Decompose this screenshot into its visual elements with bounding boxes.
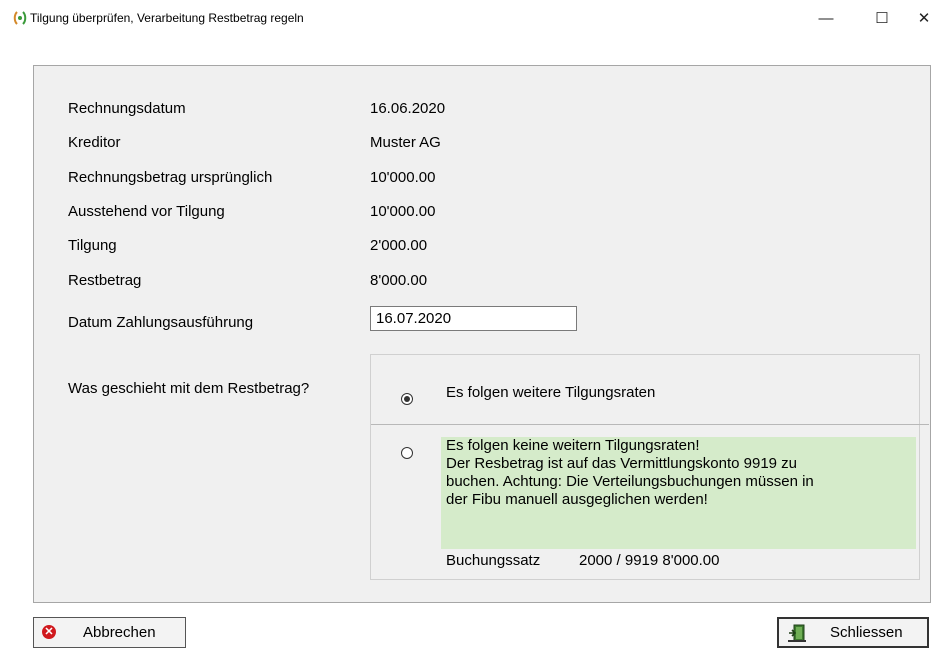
maximize-button[interactable]: ☐ bbox=[869, 6, 895, 30]
maximize-icon: ☐ bbox=[875, 10, 889, 27]
minimize-button[interactable]: — bbox=[813, 6, 839, 30]
app-icon bbox=[13, 11, 27, 25]
value-rechnungsbetrag: 10'000.00 bbox=[370, 169, 436, 186]
options-divider bbox=[371, 424, 929, 425]
close-window-button[interactable]: ✕ bbox=[911, 6, 933, 30]
payment-date-input[interactable] bbox=[370, 306, 577, 331]
window-title: Tilgung überprüfen, Verarbeitung Restbet… bbox=[30, 11, 304, 25]
option-weitere-label[interactable]: Es folgen weitere Tilgungsraten bbox=[446, 384, 655, 401]
cancel-button-label: Abbrechen bbox=[83, 624, 156, 641]
title-bar: Tilgung überprüfen, Verarbeitung Restbet… bbox=[0, 0, 933, 38]
restbetrag-question: Was geschieht mit dem Restbetrag? bbox=[68, 380, 310, 397]
close-button[interactable]: Schliessen bbox=[777, 617, 929, 648]
buchungssatz-value: 2000 / 9919 8'000.00 bbox=[579, 552, 720, 569]
option-keine-note[interactable]: Es folgen keine weitern Tilgungsraten! D… bbox=[441, 437, 916, 549]
close-button-label: Schliessen bbox=[830, 624, 903, 641]
exit-door-icon bbox=[788, 624, 806, 642]
value-rechnungsdatum: 16.06.2020 bbox=[370, 100, 446, 117]
value-tilgung: 2'000.00 bbox=[370, 237, 428, 254]
value-ausstehend: 10'000.00 bbox=[370, 203, 436, 220]
label-kreditor: Kreditor bbox=[68, 134, 121, 151]
cancel-button[interactable]: ✕ Abbrechen bbox=[33, 617, 186, 648]
radio-selected-dot bbox=[404, 396, 410, 402]
option-keine-text: Es folgen keine weitern Tilgungsraten! D… bbox=[446, 437, 814, 508]
close-icon: ✕ bbox=[917, 10, 931, 27]
label-rechnungsbetrag: Rechnungsbetrag ursprünglich bbox=[68, 169, 273, 186]
main-panel: Rechnungsdatum 16.06.2020 Kreditor Muste… bbox=[33, 65, 931, 603]
label-rechnungsdatum: Rechnungsdatum bbox=[68, 100, 186, 117]
buchungssatz-label: Buchungssatz bbox=[446, 552, 541, 569]
label-zahlungsdatum: Datum Zahlungsausführung bbox=[68, 314, 254, 331]
radio-weitere-tilgungsraten[interactable] bbox=[401, 393, 413, 405]
value-kreditor: Muster AG bbox=[370, 134, 441, 151]
cancel-x-icon: ✕ bbox=[42, 625, 56, 639]
label-restbetrag: Restbetrag bbox=[68, 272, 142, 289]
minimize-icon: — bbox=[818, 9, 834, 27]
restbetrag-options: Es folgen weitere Tilgungsraten Es folge… bbox=[370, 354, 929, 580]
radio-keine-tilgungsraten[interactable] bbox=[401, 447, 413, 459]
value-restbetrag: 8'000.00 bbox=[370, 272, 428, 289]
label-tilgung: Tilgung bbox=[68, 237, 117, 254]
label-ausstehend: Ausstehend vor Tilgung bbox=[68, 203, 225, 220]
